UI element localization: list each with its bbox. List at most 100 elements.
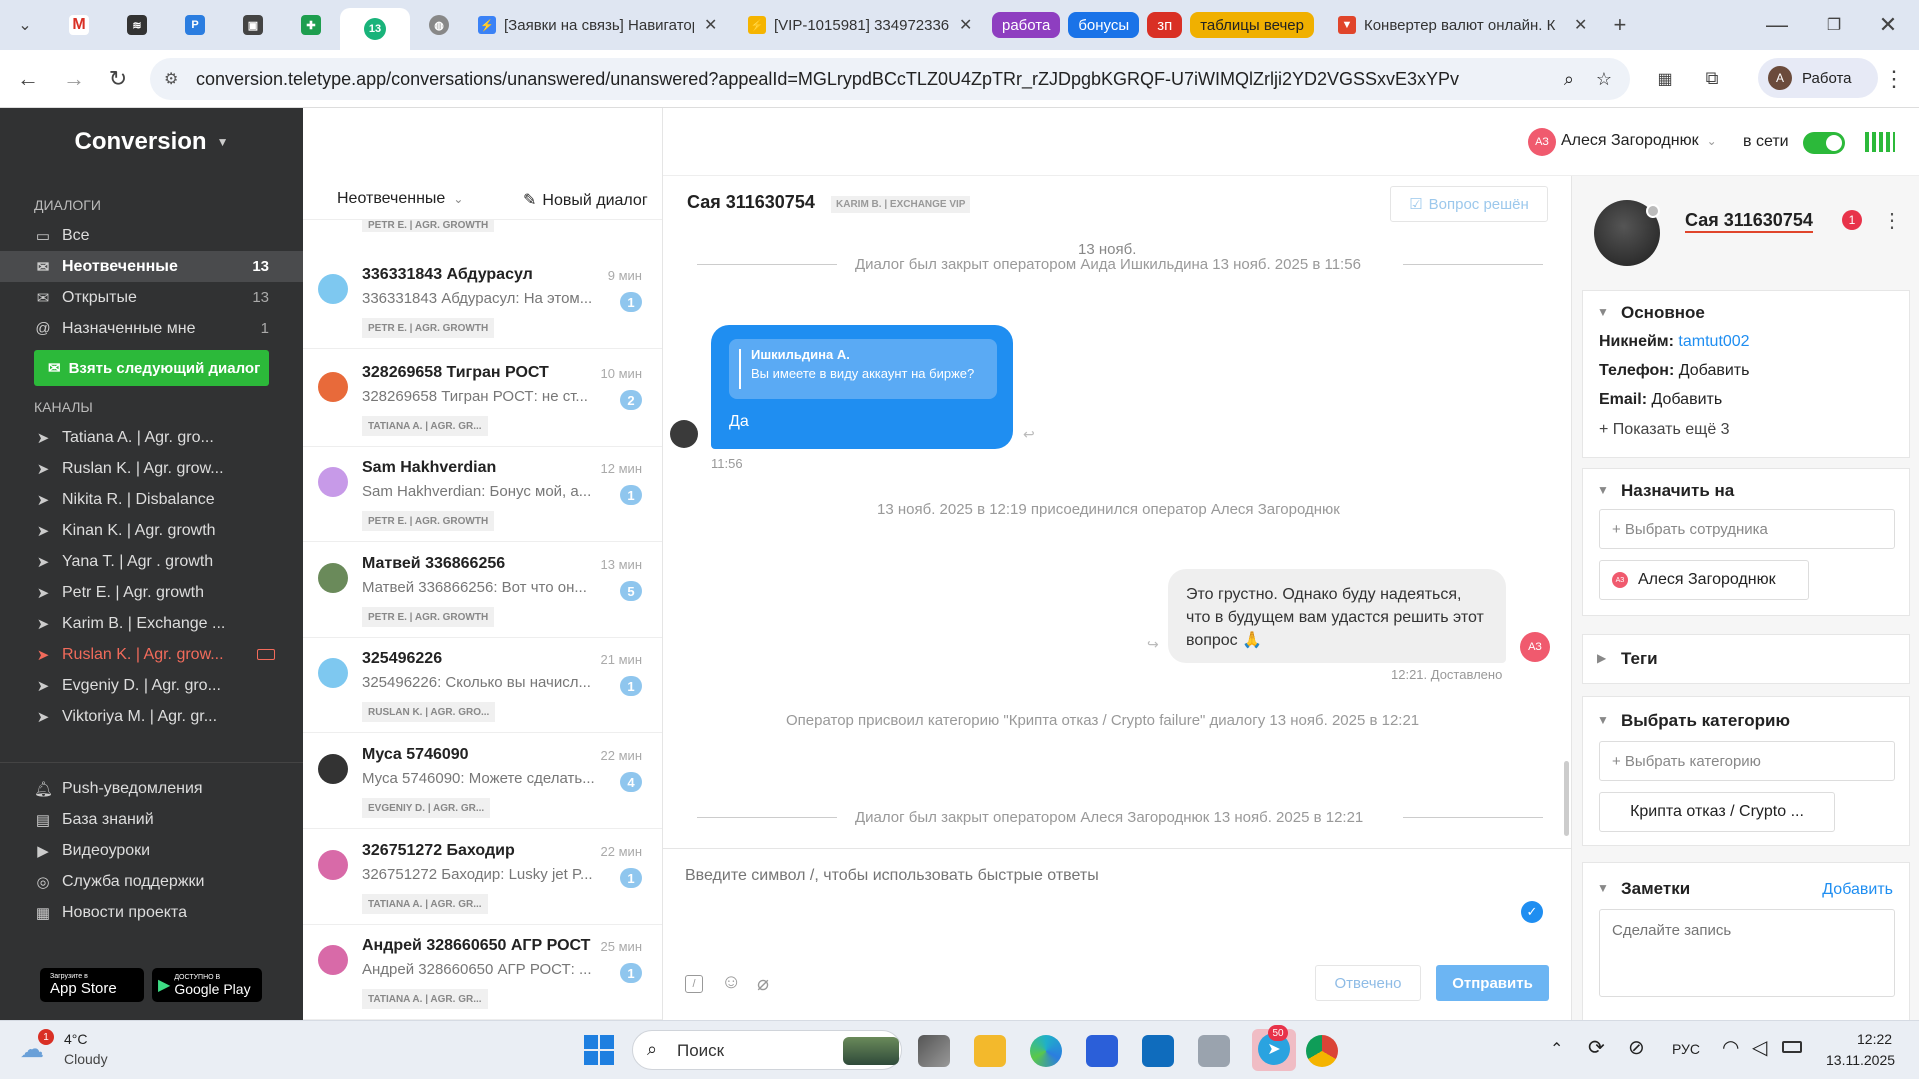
message-input[interactable]: [685, 867, 1505, 927]
pinned-tab-globe[interactable]: ◍: [410, 8, 468, 42]
collapse-triangle-icon[interactable]: ▼: [1597, 713, 1609, 727]
new-dialog-button[interactable]: ✎ Новый диалог: [523, 190, 648, 210]
pinned-tab-app[interactable]: ≋: [108, 8, 166, 42]
sidebar-item-open[interactable]: ✉ Открытые 13: [0, 282, 303, 313]
add-note-link[interactable]: Добавить: [1822, 881, 1893, 899]
assignee-chip[interactable]: АЗ Алеся Загороднюк: [1599, 560, 1809, 600]
taskbar-search[interactable]: ⌕ Поиск: [632, 1030, 902, 1070]
tab-vip[interactable]: ⚡ [VIP-1015981] 334972336 Ха ✕: [738, 8, 988, 42]
pinned-tab-gmail[interactable]: M: [50, 8, 108, 42]
outlook-icon[interactable]: [1142, 1035, 1174, 1067]
filter-dropdown[interactable]: Неотвеченные ⌄: [337, 190, 463, 208]
send-button[interactable]: Отправить: [1436, 965, 1549, 1001]
edge-icon[interactable]: [1030, 1035, 1062, 1067]
collapse-triangle-icon[interactable]: ▼: [1597, 305, 1609, 319]
pinned-tab-teletype[interactable]: 13: [340, 8, 410, 50]
link-support[interactable]: ◎ Служба поддержки: [0, 866, 303, 897]
tab-converter[interactable]: ▼ Конвертер валют онлайн. К ✕: [1328, 8, 1598, 42]
channel-item[interactable]: ➤ Yana T. | Agr . growth: [0, 546, 303, 577]
slash-command-icon[interactable]: /: [685, 975, 703, 993]
show-more-link[interactable]: + Показать ещё 3: [1599, 421, 1730, 439]
close-icon[interactable]: ✕: [1574, 15, 1587, 35]
link-news[interactable]: ▦ Новости проекта: [0, 897, 303, 928]
tab-search-chevron-icon[interactable]: ⌄: [0, 3, 50, 47]
store-icon[interactable]: [1086, 1035, 1118, 1067]
assign-employee-input[interactable]: + Выбрать сотрудника: [1599, 509, 1895, 549]
pinned-tab-sheets[interactable]: ✚: [282, 8, 340, 42]
app-icon[interactable]: [1198, 1035, 1230, 1067]
pinned-tab-bag[interactable]: ▣: [224, 8, 282, 42]
channel-item[interactable]: ➤ Nikita R. | Disbalance: [0, 484, 303, 515]
attach-icon[interactable]: ⌀: [757, 971, 769, 996]
add-email-link[interactable]: Добавить: [1651, 391, 1722, 408]
windows-start-icon[interactable]: [584, 1035, 614, 1065]
category-input[interactable]: + Выбрать категорию: [1599, 741, 1895, 781]
chevron-up-icon[interactable]: ⌃: [1550, 1039, 1563, 1059]
brand-switcher[interactable]: Conversion ▼: [0, 108, 303, 176]
bookmark-star-icon[interactable]: ☆: [1596, 69, 1612, 90]
sidebar-item-all[interactable]: ▭ Все: [0, 220, 303, 251]
channel-item[interactable]: ➤ Kinan K. | Agr. growth: [0, 515, 303, 546]
extensions-icon[interactable]: ⧉: [1690, 57, 1734, 101]
tab-group-rabota[interactable]: работа: [992, 12, 1061, 38]
online-toggle[interactable]: [1803, 132, 1845, 154]
appstore-badge[interactable]: Загрузите в App Store: [40, 968, 144, 1002]
collapse-triangle-icon[interactable]: ▼: [1597, 483, 1609, 497]
qr-icon[interactable]: ▦: [1643, 57, 1687, 101]
sidebar-item-assigned[interactable]: @ Назначенные мне 1: [0, 313, 303, 344]
sidebar-item-unanswered[interactable]: ✉ Неотвеченные 13: [0, 251, 303, 282]
link-knowledge[interactable]: ▤ База знаний: [0, 804, 303, 835]
forward-icon[interactable]: ↪: [1147, 636, 1159, 653]
conversation-item[interactable]: 325496226 21 мин 325496226: Сколько вы нач…: [303, 638, 662, 733]
site-info-icon[interactable]: ⚙: [164, 69, 178, 89]
channel-item[interactable]: ➤ Ruslan K. | Agr. grow...: [0, 453, 303, 484]
answered-button[interactable]: Отвечено: [1315, 965, 1421, 1001]
reload-icon[interactable]: ↻: [96, 57, 140, 101]
channel-item[interactable]: ➤ Viktoriya M. | Agr. gr...: [0, 701, 303, 732]
pinned-tab-p[interactable]: P: [166, 8, 224, 42]
window-close-icon[interactable]: ✕: [1866, 3, 1910, 47]
channel-item[interactable]: ➤ Tatiana A. | Agr. gro...: [0, 422, 303, 453]
notes-input[interactable]: [1599, 909, 1895, 997]
profile-name[interactable]: Сая 311630754: [1685, 210, 1813, 233]
volume-icon[interactable]: ◁: [1752, 1035, 1767, 1060]
chrome-icon[interactable]: [1306, 1035, 1338, 1067]
conversation-item[interactable]: 336331843 Абдурасул 9 мин 336331843 Абдура…: [303, 254, 662, 349]
sync-icon[interactable]: ⟳: [1588, 1035, 1605, 1060]
resolve-button[interactable]: ☑ Вопрос решён: [1390, 186, 1548, 222]
conversation-item[interactable]: Муса 5746090 22 мин Муса 5746090: Можете с…: [303, 734, 662, 829]
collapse-triangle-icon[interactable]: ▼: [1597, 881, 1609, 895]
channel-item[interactable]: ➤ Evgeniy D. | Agr. gro...: [0, 670, 303, 701]
channel-item[interactable]: ➤ Petr E. | Agr. growth: [0, 577, 303, 608]
zoom-icon[interactable]: ⌕: [1564, 69, 1574, 90]
tab-group-zp[interactable]: зп: [1147, 12, 1183, 38]
add-phone-link[interactable]: Добавить: [1679, 362, 1750, 379]
new-tab-icon[interactable]: +: [1598, 3, 1642, 47]
expand-triangle-icon[interactable]: ▶: [1597, 651, 1606, 665]
no-mic-icon[interactable]: ⊘: [1628, 1035, 1645, 1060]
signal-bars-icon[interactable]: [1865, 132, 1895, 152]
file-explorer-icon[interactable]: [974, 1035, 1006, 1067]
channel-item-alert[interactable]: ➤ Ruslan K. | Agr. grow...: [0, 639, 303, 670]
conversation-item[interactable]: 326751272 Баходир 22 мин 326751272 Баходир…: [303, 830, 662, 925]
forward-icon[interactable]: →: [52, 57, 96, 101]
link-videos[interactable]: ▶ Видеоуроки: [0, 835, 303, 866]
category-chip[interactable]: Крипта отказ / Crypto ...: [1599, 792, 1835, 832]
wifi-icon[interactable]: ◠: [1722, 1035, 1739, 1060]
conversation-item[interactable]: Sam Hakhverdian 12 мин Sam Hakhverdian: Бо…: [303, 447, 662, 542]
reply-icon[interactable]: ↩: [1023, 426, 1035, 443]
battery-icon[interactable]: [1782, 1041, 1802, 1053]
conversation-item[interactable]: Андрей 328660650 АГР РОСТ 25 мин Андрей 32…: [303, 925, 662, 1020]
conversation-item[interactable]: Матвей 336866256 13 мин Матвей 336866256: …: [303, 543, 662, 638]
close-icon[interactable]: ✕: [959, 15, 972, 35]
operator-menu[interactable]: Алеся Загороднюк ⌄: [1561, 132, 1717, 150]
nickname-link[interactable]: tamtut002: [1678, 333, 1749, 350]
tab-group-tablitsy[interactable]: таблицы вечер: [1190, 12, 1314, 38]
link-push[interactable]: 🔔︎ Push-уведомления: [0, 773, 303, 804]
tab-group-bonusy[interactable]: бонусы: [1068, 12, 1140, 38]
close-icon[interactable]: ✕: [704, 15, 717, 35]
next-dialog-button[interactable]: ✉ Взять следующий диалог: [34, 350, 269, 386]
url-input[interactable]: ⚙ conversion.teletype.app/conversations/…: [150, 58, 1630, 100]
tab-navigator[interactable]: ⚡ [Заявки на связь] Навигатор ✕: [468, 8, 738, 42]
conversation-item[interactable]: 328269658 Тигран РОСТ 10 мин 328269658 Тиг…: [303, 352, 662, 447]
